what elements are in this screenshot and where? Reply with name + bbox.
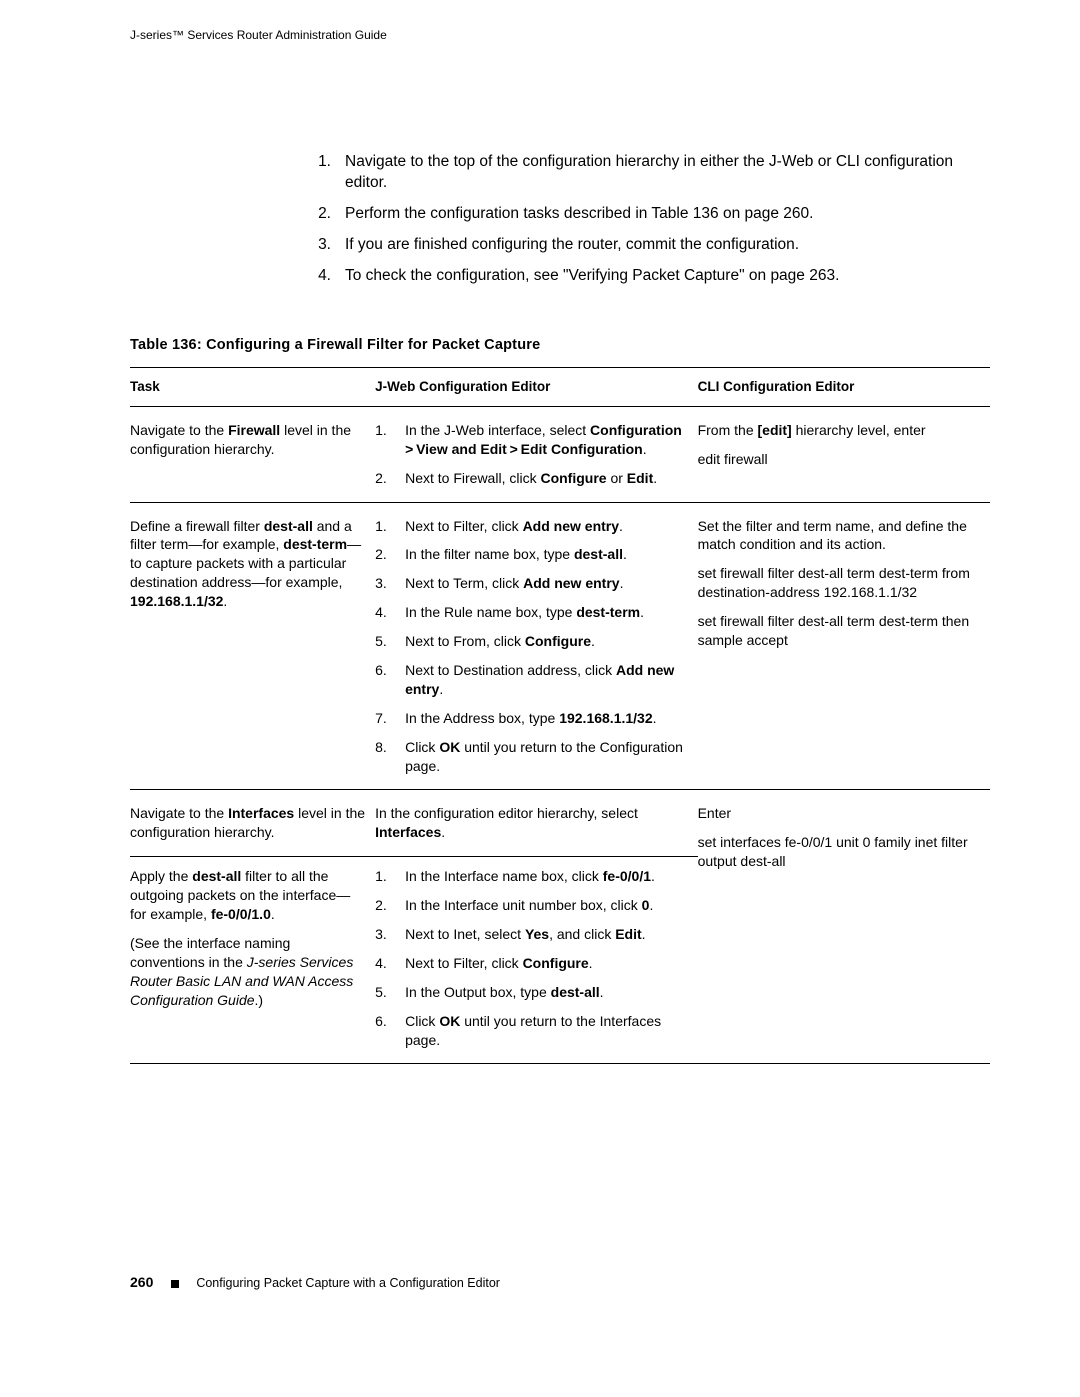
- task-cell: Define a firewall filter dest-all and a …: [130, 502, 375, 790]
- task-cell: Navigate to the Interfaces level in the …: [130, 790, 375, 857]
- jweb-cell: 1.In the Interface name box, click fe-0/…: [375, 857, 698, 1064]
- footer-section: Configuring Packet Capture with a Config…: [196, 1276, 500, 1290]
- intro-text-2: Perform the configuration tasks describe…: [345, 204, 990, 225]
- th-task: Task: [130, 367, 375, 406]
- th-jweb: J-Web Configuration Editor: [375, 367, 698, 406]
- intro-text-3: If you are finished configuring the rout…: [345, 235, 990, 256]
- intro-text-4: To check the configuration, see "Verifyi…: [345, 266, 990, 287]
- th-cli: CLI Configuration Editor: [698, 367, 990, 406]
- task-cell: Navigate to the Firewall level in the co…: [130, 406, 375, 502]
- intro-num-3: 3.: [305, 235, 345, 256]
- jweb-cell: In the configuration editor hierarchy, s…: [375, 790, 698, 857]
- intro-num-4: 4.: [305, 266, 345, 287]
- page-number: 260: [130, 1274, 153, 1290]
- cli-cell: Enter set interfaces fe-0/0/1 unit 0 fam…: [698, 790, 990, 1064]
- intro-steps: 1.Navigate to the top of the configurati…: [305, 152, 990, 287]
- cli-cell: From the [edit] hierarchy level, enter e…: [698, 406, 990, 502]
- intro-text-1: Navigate to the top of the configuration…: [345, 152, 990, 194]
- table-row: Navigate to the Firewall level in the co…: [130, 406, 990, 502]
- cli-cell: Set the filter and term name, and define…: [698, 502, 990, 790]
- table-row: Navigate to the Interfaces level in the …: [130, 790, 990, 857]
- intro-num-2: 2.: [305, 204, 345, 225]
- task-cell: Apply the dest-all filter to all the out…: [130, 857, 375, 1064]
- intro-num-1: 1.: [305, 152, 345, 194]
- running-head: J-series™ Services Router Administration…: [130, 28, 990, 42]
- jweb-cell: 1.Next to Filter, click Add new entry. 2…: [375, 502, 698, 790]
- table-title: Table 136: Configuring a Firewall Filter…: [130, 337, 990, 353]
- page-footer: 260 Configuring Packet Capture with a Co…: [130, 1274, 990, 1290]
- table-row: Define a firewall filter dest-all and a …: [130, 502, 990, 790]
- config-table: Task J-Web Configuration Editor CLI Conf…: [130, 367, 990, 1065]
- square-icon: [171, 1280, 179, 1288]
- jweb-cell: 1.In the J-Web interface, select Configu…: [375, 406, 698, 502]
